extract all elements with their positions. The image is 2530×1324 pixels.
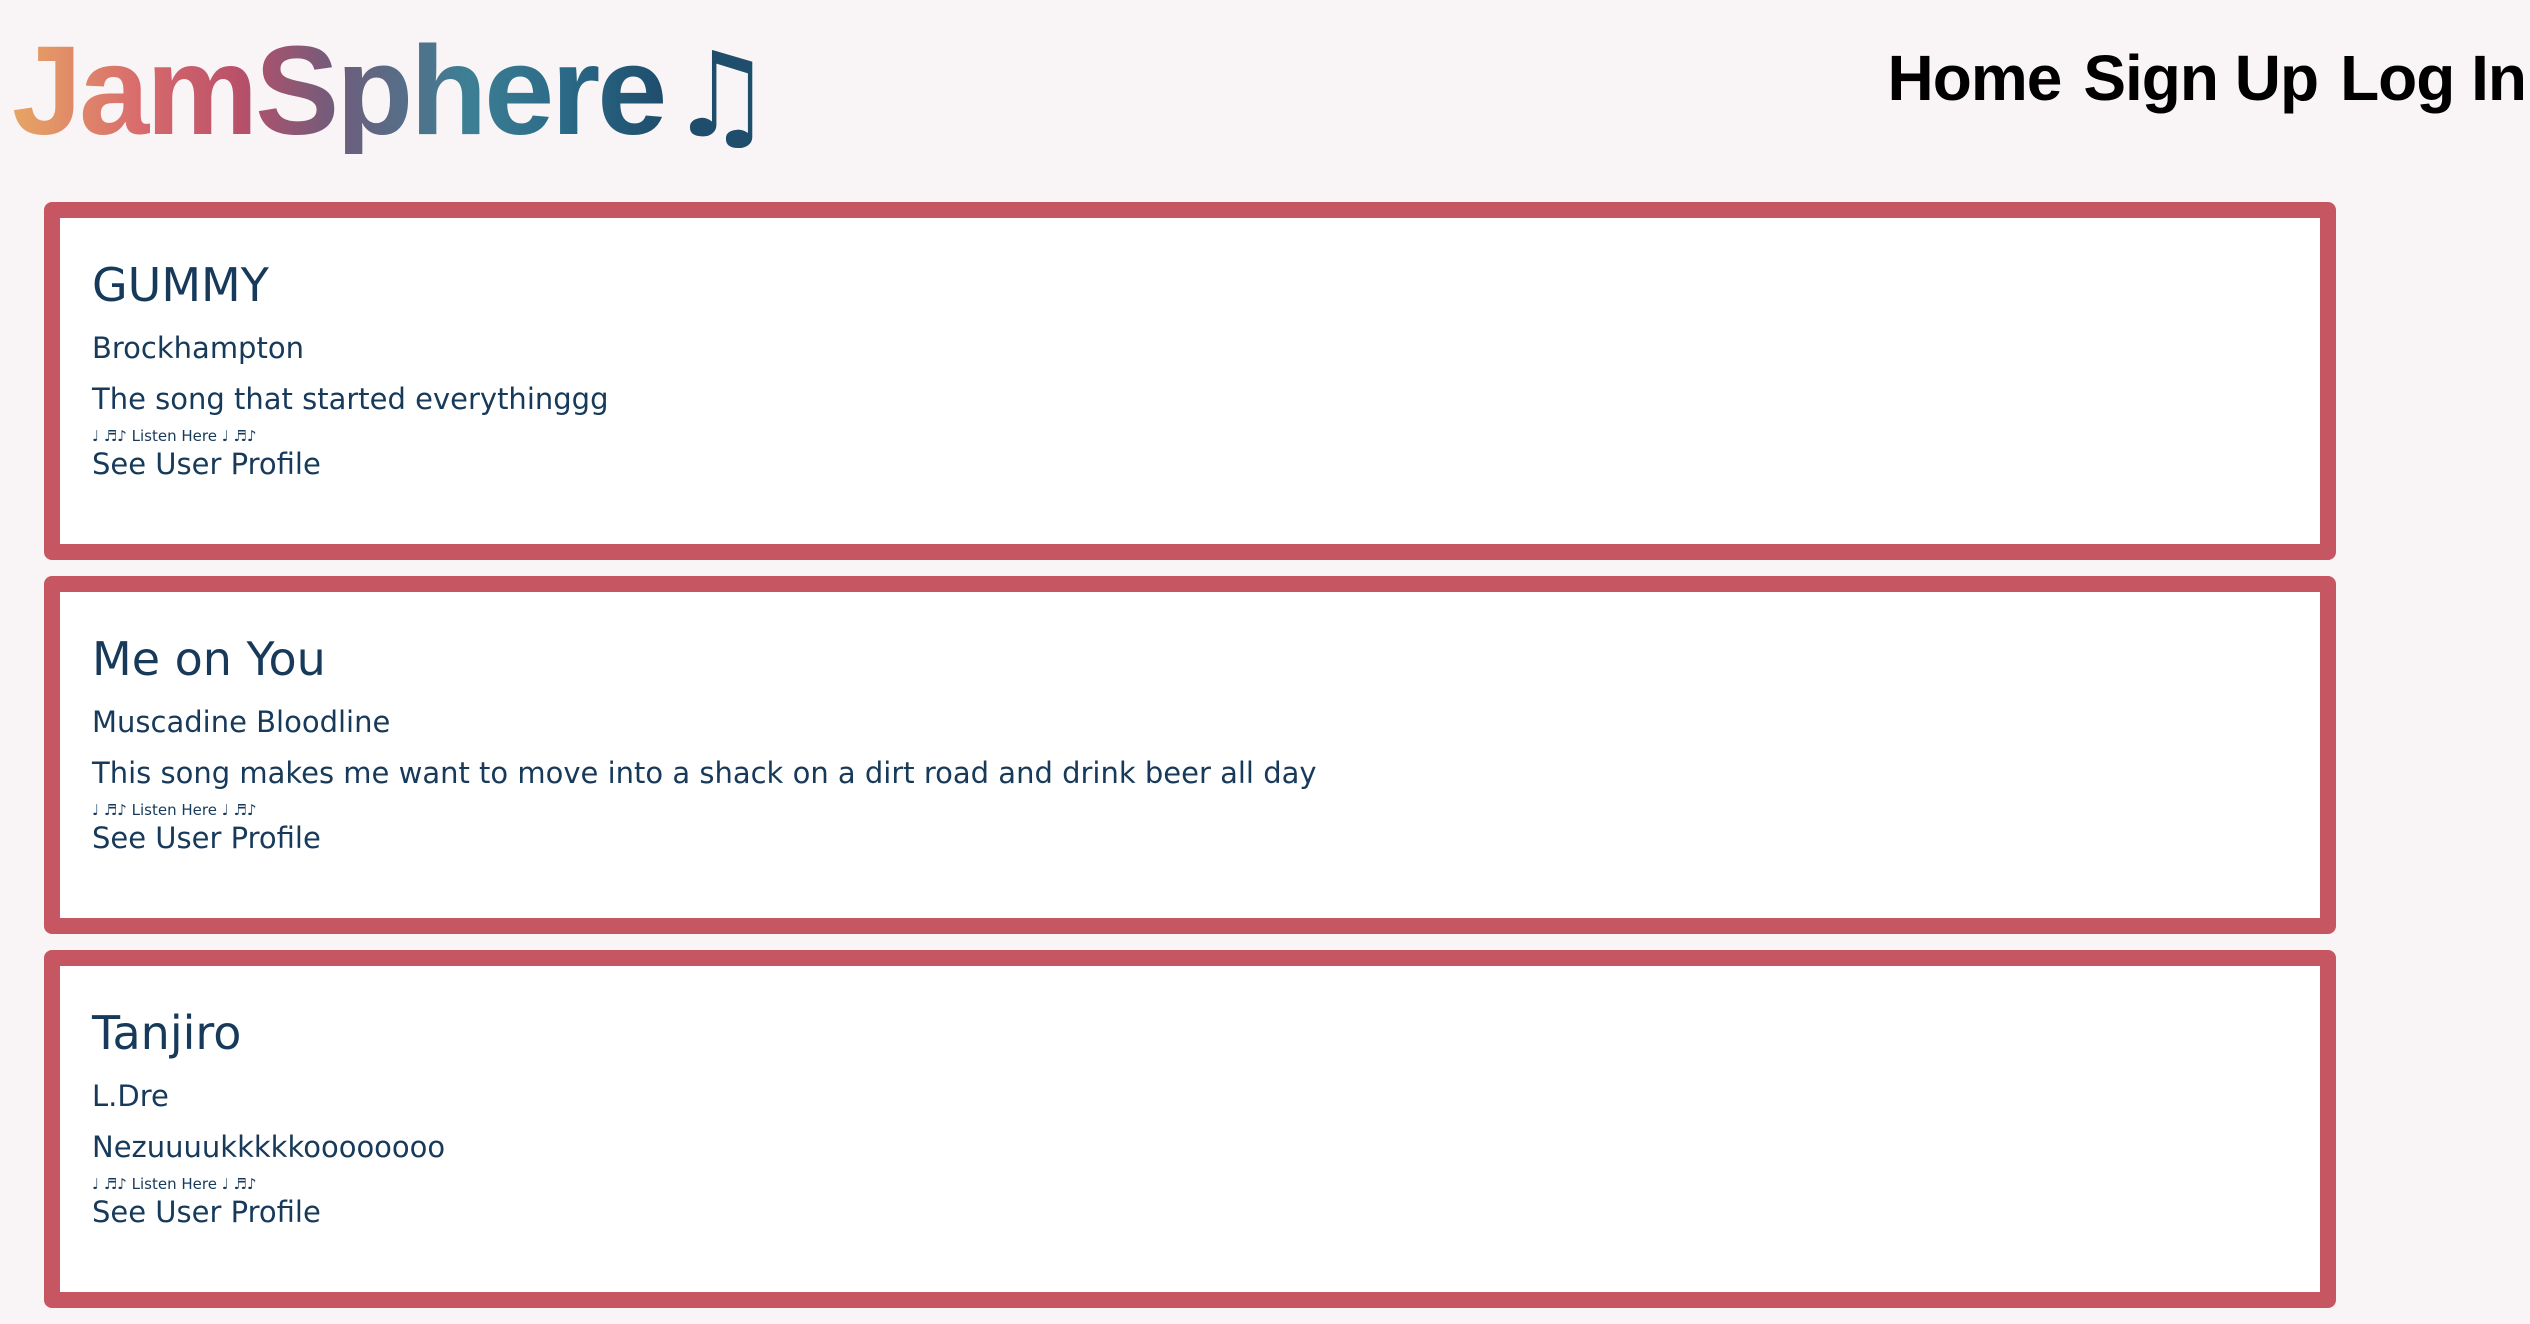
logo-text: JamSphere <box>12 20 667 161</box>
music-note-icon: ♫ <box>668 26 775 164</box>
nav-signup-link[interactable]: Sign Up <box>2083 46 2319 110</box>
listen-here-link[interactable]: ♩ ♬♪ Listen Here ♩ ♬♪ <box>92 427 257 445</box>
post-description: Nezuuuukkkkkoooooooo <box>92 1129 446 1164</box>
listen-here-link[interactable]: ♩ ♬♪ Listen Here ♩ ♬♪ <box>92 801 257 819</box>
post-artist: Brockhampton <box>92 331 304 366</box>
post-card: GUMMY Brockhampton The song that started… <box>44 202 2336 560</box>
main-nav: Home Sign Up Log In <box>1888 46 2527 110</box>
post-artist: L.Dre <box>92 1079 169 1114</box>
post-description: This song makes me want to move into a s… <box>92 755 1317 790</box>
see-user-profile-link[interactable]: See User Profile <box>92 1195 2288 1230</box>
post-card: Tanjiro L.Dre Nezuuuukkkkkoooooooo ♩ ♬♪ … <box>44 950 2336 1308</box>
post-list: GUMMY Brockhampton The song that started… <box>44 202 2336 1324</box>
post-title: GUMMY <box>92 258 269 312</box>
site-logo[interactable]: JamSphere ♫ <box>12 14 775 164</box>
post-card: Me on You Muscadine Bloodline This song … <box>44 576 2336 934</box>
nav-login-link[interactable]: Log In <box>2340 46 2527 110</box>
post-artist: Muscadine Bloodline <box>92 705 391 740</box>
listen-here-link[interactable]: ♩ ♬♪ Listen Here ♩ ♬♪ <box>92 1175 257 1193</box>
nav-home-link[interactable]: Home <box>1888 46 2063 110</box>
see-user-profile-link[interactable]: See User Profile <box>92 447 2288 482</box>
see-user-profile-link[interactable]: See User Profile <box>92 821 2288 856</box>
post-title: Me on You <box>92 632 326 686</box>
post-description: The song that started everythinggg <box>92 381 609 416</box>
post-title: Tanjiro <box>92 1006 242 1060</box>
